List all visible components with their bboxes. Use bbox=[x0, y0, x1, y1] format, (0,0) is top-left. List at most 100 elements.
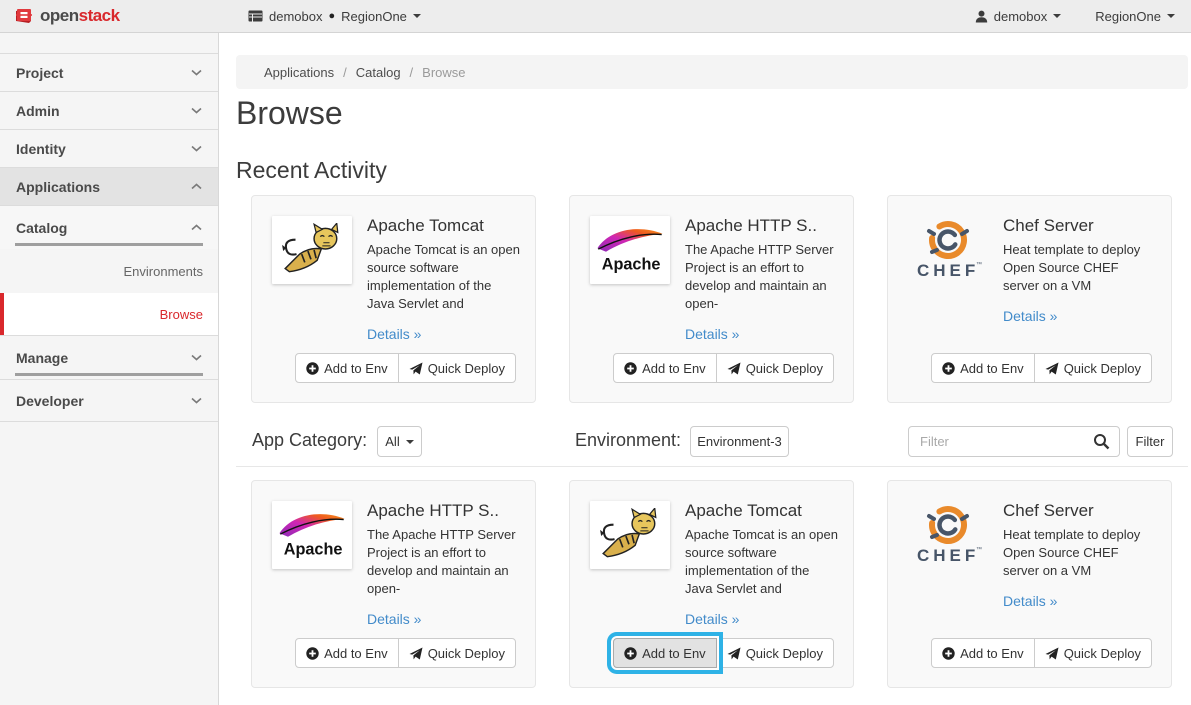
details-link[interactable]: Details » bbox=[1003, 308, 1057, 324]
add-to-env-button[interactable]: Add to Env bbox=[931, 638, 1035, 668]
app-category-dropdown[interactable]: All bbox=[377, 426, 422, 457]
svg-text:CHEF: CHEF bbox=[917, 546, 979, 565]
plus-circle-icon bbox=[624, 647, 637, 660]
sidebar-item-label: Developer bbox=[16, 393, 84, 409]
quick-deploy-button[interactable]: Quick Deploy bbox=[716, 353, 834, 383]
add-to-env-button[interactable]: Add to Env bbox=[613, 353, 717, 383]
top-header: openstack demobox ● RegionOne demobox Re… bbox=[0, 0, 1191, 33]
app-title: Chef Server bbox=[1003, 216, 1157, 236]
breadcrumb: Applications / Catalog / Browse bbox=[236, 55, 1188, 89]
quick-deploy-button[interactable]: Quick Deploy bbox=[716, 638, 834, 668]
breadcrumb-link-applications[interactable]: Applications bbox=[264, 65, 334, 80]
region-name-label: RegionOne bbox=[1095, 9, 1161, 24]
app-category-value: All bbox=[385, 434, 399, 449]
quick-deploy-label: Quick Deploy bbox=[746, 646, 823, 661]
filter-button[interactable]: Filter bbox=[1127, 426, 1173, 457]
details-link[interactable]: Details » bbox=[367, 611, 421, 627]
paper-plane-icon bbox=[1045, 647, 1059, 660]
add-to-env-label: Add to Env bbox=[960, 361, 1024, 376]
environment-value: Environment-3 bbox=[697, 434, 782, 449]
add-to-env-label: Add to Env bbox=[642, 646, 706, 661]
environment-select-button[interactable]: Environment-3 bbox=[690, 426, 789, 457]
paper-plane-icon bbox=[727, 647, 741, 660]
app-card-apache-tomcat: Apache Tomcat Apache Tomcat is an open s… bbox=[251, 195, 536, 403]
details-link[interactable]: Details » bbox=[367, 326, 421, 342]
breadcrumb-link-catalog[interactable]: Catalog bbox=[356, 65, 401, 80]
openstack-logo: openstack bbox=[0, 6, 219, 26]
sidebar-item-environments[interactable]: Environments bbox=[0, 249, 218, 293]
quick-deploy-label: Quick Deploy bbox=[1064, 646, 1141, 661]
chevron-down-icon bbox=[191, 107, 202, 114]
context-switcher-menu[interactable]: demobox ● RegionOne bbox=[219, 9, 421, 24]
quick-deploy-button[interactable]: Quick Deploy bbox=[398, 638, 516, 668]
filter-search-input[interactable] bbox=[908, 426, 1120, 457]
plus-circle-icon bbox=[942, 362, 955, 375]
filter-button-label: Filter bbox=[1136, 434, 1165, 449]
app-title: Apache Tomcat bbox=[367, 216, 521, 236]
context-project-label: demobox bbox=[269, 9, 322, 24]
app-description: Heat template to deploy Open Source CHEF… bbox=[1003, 526, 1157, 580]
apache-tomcat-logo-icon bbox=[590, 501, 670, 569]
details-link[interactable]: Details » bbox=[1003, 593, 1057, 609]
add-to-env-button-highlighted[interactable]: Add to Env bbox=[613, 638, 717, 668]
app-title: Chef Server bbox=[1003, 501, 1157, 521]
app-description: Heat template to deploy Open Source CHEF… bbox=[1003, 241, 1157, 295]
logo-text-open: open bbox=[40, 6, 79, 25]
sidebar-item-project[interactable]: Project bbox=[0, 54, 218, 92]
sidebar-item-label: Admin bbox=[16, 103, 60, 119]
paper-plane-icon bbox=[1045, 362, 1059, 375]
region-menu[interactable]: RegionOne bbox=[1095, 9, 1175, 24]
sidebar-item-admin[interactable]: Admin bbox=[0, 92, 218, 130]
app-card-apache-tomcat: Apache Tomcat Apache Tomcat is an open s… bbox=[569, 480, 854, 688]
add-to-env-label: Add to Env bbox=[324, 361, 388, 376]
add-to-env-label: Add to Env bbox=[960, 646, 1024, 661]
apache-httpd-logo-icon: Apache bbox=[272, 501, 352, 569]
add-to-env-button[interactable]: Add to Env bbox=[295, 638, 399, 668]
caret-down-icon bbox=[406, 440, 414, 444]
chevron-down-icon bbox=[191, 397, 202, 404]
app-title: Apache Tomcat bbox=[685, 501, 839, 521]
quick-deploy-label: Quick Deploy bbox=[428, 361, 505, 376]
user-icon bbox=[975, 10, 988, 23]
quick-deploy-button[interactable]: Quick Deploy bbox=[398, 353, 516, 383]
sidebar-item-identity[interactable]: Identity bbox=[0, 130, 218, 168]
project-table-icon bbox=[248, 10, 263, 22]
sidebar-item-catalog[interactable]: Catalog bbox=[0, 206, 218, 249]
quick-deploy-label: Quick Deploy bbox=[428, 646, 505, 661]
plus-circle-icon bbox=[306, 647, 319, 660]
sidebar-item-developer[interactable]: Developer bbox=[0, 380, 218, 422]
svg-text:CHEF: CHEF bbox=[917, 261, 979, 280]
sidebar-item-browse[interactable]: Browse bbox=[0, 293, 218, 335]
sidebar-item-manage[interactable]: Manage bbox=[0, 336, 218, 379]
quick-deploy-label: Quick Deploy bbox=[746, 361, 823, 376]
svg-text:™: ™ bbox=[976, 546, 982, 553]
search-icon bbox=[1093, 433, 1110, 450]
sidebar-item-label: Catalog bbox=[16, 220, 67, 236]
breadcrumb-separator: / bbox=[343, 65, 347, 80]
sidebar-item-label: Identity bbox=[16, 141, 66, 157]
details-link[interactable]: Details » bbox=[685, 326, 739, 342]
add-to-env-button[interactable]: Add to Env bbox=[295, 353, 399, 383]
details-link[interactable]: Details » bbox=[685, 611, 739, 627]
app-card-apache-http: Apache Apache HTTP S.. The Apache HTTP S… bbox=[251, 480, 536, 688]
logo-text-stack: stack bbox=[79, 6, 120, 25]
main-content: Applications / Catalog / Browse Browse R… bbox=[219, 33, 1191, 705]
quick-deploy-button[interactable]: Quick Deploy bbox=[1034, 353, 1152, 383]
plus-circle-icon bbox=[306, 362, 319, 375]
quick-deploy-button[interactable]: Quick Deploy bbox=[1034, 638, 1152, 668]
chevron-up-icon bbox=[191, 183, 202, 190]
sidebar-nav: Project Admin Identity Applications Cata… bbox=[0, 33, 219, 705]
page-title: Browse bbox=[236, 95, 343, 132]
user-menu[interactable]: demobox bbox=[975, 9, 1061, 24]
chevron-up-icon bbox=[191, 224, 202, 231]
add-to-env-button[interactable]: Add to Env bbox=[931, 353, 1035, 383]
openstack-logo-icon bbox=[14, 7, 33, 25]
sidebar-item-label: Environments bbox=[124, 264, 203, 279]
sidebar-item-label: Browse bbox=[160, 307, 203, 322]
apache-httpd-logo-icon: Apache bbox=[590, 216, 670, 284]
paper-plane-icon bbox=[727, 362, 741, 375]
app-card-chef-server: CHEF ™ Chef Server Heat template to depl… bbox=[887, 480, 1172, 688]
sidebar-item-applications[interactable]: Applications bbox=[0, 168, 218, 206]
sidebar-item-label: Project bbox=[16, 65, 63, 81]
app-category-label: App Category: bbox=[252, 430, 367, 451]
